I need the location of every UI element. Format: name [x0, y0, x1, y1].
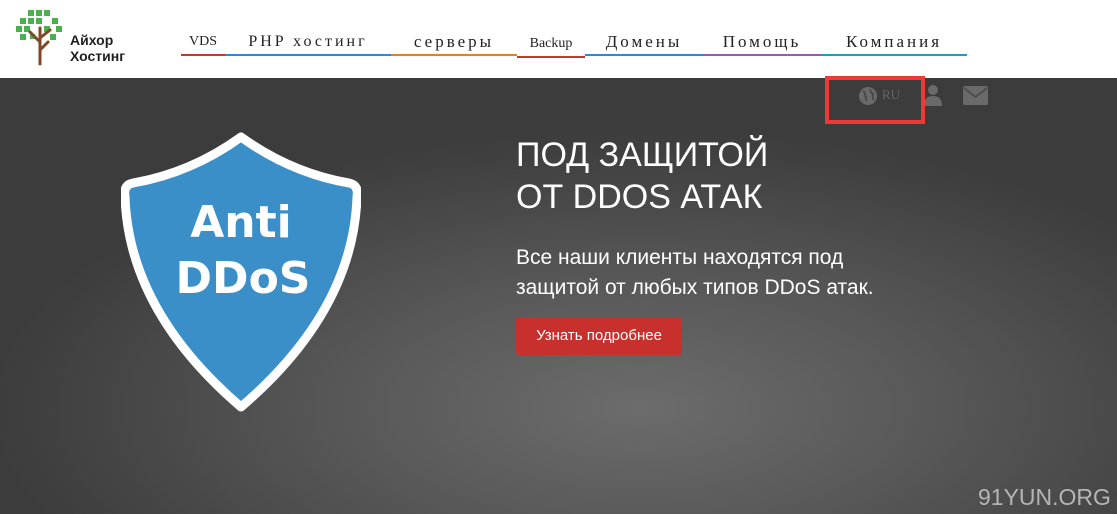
- learn-more-button[interactable]: Узнать подробнее: [516, 317, 682, 355]
- nav-underline: [703, 54, 821, 56]
- nav-underline: [225, 54, 391, 56]
- nav-item-label: Компания: [845, 32, 943, 51]
- nav-item-servers[interactable]: серверы: [391, 30, 517, 56]
- user-icon[interactable]: [923, 84, 943, 106]
- nav-item-vds[interactable]: VDS: [181, 30, 225, 56]
- nav-underline: [181, 54, 225, 56]
- nav-item-domains[interactable]: Домены: [585, 30, 703, 56]
- mail-icon[interactable]: [963, 86, 988, 105]
- subtitle-line-2: защитой от любых типов DDoS атак.: [516, 276, 874, 299]
- shield-text-line-2: DDoS: [176, 253, 311, 304]
- nav-underline: [517, 56, 585, 58]
- logo[interactable]: Айхор Хостинг: [14, 8, 144, 68]
- nav-underline: [391, 54, 517, 56]
- nav-underline: [821, 54, 967, 56]
- nav-underline: [585, 54, 703, 56]
- tree-logo-icon: [16, 10, 62, 66]
- shield-text-line-1: Anti: [190, 197, 292, 248]
- headline-line-1: ПОД ЗАЩИТОЙ: [516, 136, 769, 174]
- nav-item-label: Backup: [529, 36, 573, 51]
- logo-text: Айхор Хостинг: [70, 32, 125, 64]
- watermark: 91YUN.ORG: [978, 484, 1111, 510]
- hero-subtitle: Все наши клиенты находятся под защитой о…: [516, 243, 986, 303]
- nav-item-php-hosting[interactable]: PHP хостинг: [225, 30, 391, 56]
- language-highlight-box: [825, 76, 925, 124]
- nav-item-help[interactable]: Помощь: [703, 30, 821, 56]
- nav-item-company[interactable]: Компания: [821, 30, 967, 56]
- nav-item-backup[interactable]: Backup: [517, 30, 585, 58]
- subtitle-line-1: Все наши клиенты находятся под: [516, 246, 844, 269]
- anti-ddos-shield-icon: Anti DDoS: [121, 132, 361, 412]
- site-header: Айхор Хостинг VDS PHP хостинг серверы Ba…: [0, 0, 1117, 78]
- nav-item-label: Домены: [605, 32, 683, 51]
- headline-line-2: ОТ DDOS АТАК: [516, 178, 763, 216]
- nav-item-label: серверы: [413, 32, 495, 51]
- nav-item-label: VDS: [188, 34, 217, 49]
- nav-item-label: PHP хостинг: [248, 33, 368, 50]
- header-zigzag-divider: [0, 74, 1117, 80]
- logo-line-2: Хостинг: [70, 48, 126, 64]
- logo-line-1: Айхор: [70, 32, 114, 48]
- hero-headline: ПОД ЗАЩИТОЙ ОТ DDOS АТАК: [516, 134, 966, 218]
- nav-item-label: Помощь: [722, 32, 802, 51]
